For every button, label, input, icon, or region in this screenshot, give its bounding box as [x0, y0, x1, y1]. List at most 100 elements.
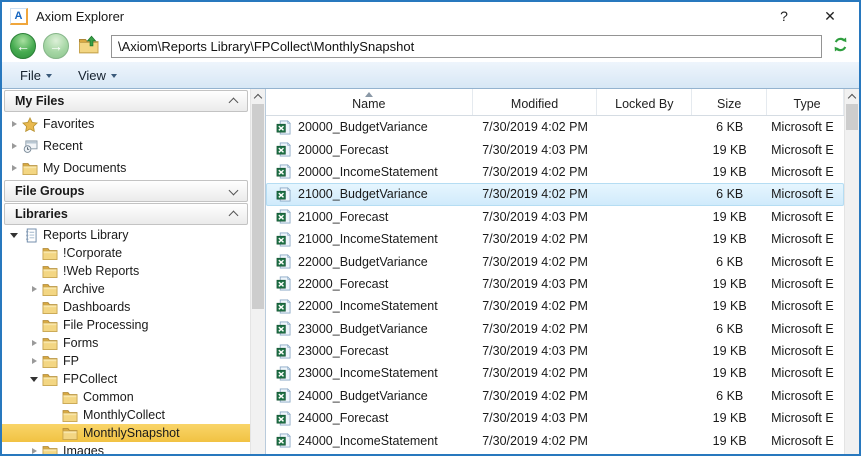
section-header-file-groups[interactable]: File Groups	[4, 180, 248, 202]
file-name: 23000_IncomeStatement	[298, 366, 438, 380]
file-row-23000-forecast[interactable]: 23000_Forecast7/30/2019 4:03 PM19 KBMicr…	[266, 340, 844, 362]
expand-chevron-icon[interactable]	[229, 185, 239, 195]
main-scrollbar[interactable]	[844, 89, 859, 454]
file-modified: 7/30/2019 4:02 PM	[473, 255, 598, 269]
file-type: Microsoft E	[767, 434, 844, 448]
file-type: Microsoft E	[767, 255, 844, 269]
sidebar-item-my-documents[interactable]: My Documents	[2, 157, 250, 179]
file-row-21000-forecast[interactable]: 21000_Forecast7/30/2019 4:03 PM19 KBMicr…	[266, 206, 844, 228]
chevron-expanded-icon[interactable]	[10, 233, 18, 238]
window-title: Axiom Explorer	[36, 9, 124, 24]
column-header-name[interactable]: Name	[266, 89, 473, 115]
file-row-23000-budgetvariance[interactable]: 23000_BudgetVariance7/30/2019 4:02 PM6 K…	[266, 318, 844, 340]
file-row-21000-incomestatement[interactable]: 21000_IncomeStatement7/30/2019 4:02 PM19…	[266, 228, 844, 250]
file-size: 6 KB	[692, 389, 767, 403]
file-row-24000-incomestatement[interactable]: 24000_IncomeStatement7/30/2019 4:02 PM19…	[266, 429, 844, 451]
sidebar-item-favorites[interactable]: Favorites	[2, 113, 250, 135]
sidebar-scrollbar-thumb[interactable]	[252, 104, 264, 309]
file-row-22000-budgetvariance[interactable]: 22000_BudgetVariance7/30/2019 4:02 PM6 K…	[266, 250, 844, 272]
file-modified: 7/30/2019 4:03 PM	[473, 210, 598, 224]
chevron-collapsed-icon[interactable]	[12, 165, 17, 171]
back-button[interactable]: ←	[10, 33, 36, 59]
section-header-my-files[interactable]: My Files	[4, 90, 248, 112]
tree-item-monthlycollect[interactable]: MonthlyCollect	[2, 406, 250, 424]
file-row-22000-forecast[interactable]: 22000_Forecast7/30/2019 4:03 PM19 KBMicr…	[266, 273, 844, 295]
tree-item-corporate[interactable]: !Corporate	[2, 244, 250, 262]
forward-icon: →	[49, 39, 63, 53]
file-row-20000-forecast[interactable]: 20000_Forecast7/30/2019 4:03 PM19 KBMicr…	[266, 138, 844, 160]
file-name: 23000_BudgetVariance	[298, 322, 428, 336]
scroll-up-arrow-icon[interactable]	[845, 89, 859, 104]
back-icon: ←	[16, 39, 30, 53]
file-row-24000-budgetvariance[interactable]: 24000_BudgetVariance7/30/2019 4:02 PM6 K…	[266, 385, 844, 407]
chevron-collapsed-icon[interactable]	[12, 143, 17, 149]
address-bar-input[interactable]	[111, 35, 822, 58]
chevron-expanded-icon[interactable]	[30, 377, 38, 382]
chevron-collapsed-icon[interactable]	[32, 448, 37, 454]
tree-item-images[interactable]: Images	[2, 442, 250, 454]
folder-icon	[41, 443, 59, 454]
refresh-button[interactable]	[829, 36, 851, 56]
file-row-25000-budgetvariance[interactable]: 25000_BudgetVariance7/30/2019 4:02 PM6 K…	[266, 452, 844, 454]
menu-view[interactable]: View	[78, 68, 117, 83]
chevron-collapsed-icon[interactable]	[12, 121, 17, 127]
file-modified: 7/30/2019 4:02 PM	[473, 434, 598, 448]
tree-item-fp[interactable]: FP	[2, 352, 250, 370]
file-name: 24000_BudgetVariance	[298, 389, 428, 403]
file-name: 21000_Forecast	[298, 210, 388, 224]
tree-item-common[interactable]: Common	[2, 388, 250, 406]
sidebar-item-recent[interactable]: Recent	[2, 135, 250, 157]
file-size: 19 KB	[692, 411, 767, 425]
forward-button[interactable]: →	[43, 33, 69, 59]
column-label: Modified	[511, 97, 558, 111]
column-header-type[interactable]: Type	[767, 89, 844, 115]
file-row-21000-budgetvariance[interactable]: 21000_BudgetVariance7/30/2019 4:02 PM6 K…	[266, 183, 844, 205]
tree-item-monthlysnapshot[interactable]: MonthlySnapshot	[2, 424, 250, 442]
file-type: Microsoft E	[767, 232, 844, 246]
file-row-23000-incomestatement[interactable]: 23000_IncomeStatement7/30/2019 4:02 PM19…	[266, 362, 844, 384]
item-label: Common	[83, 390, 134, 404]
section-header-libraries[interactable]: Libraries	[4, 203, 248, 225]
axiom-explorer-window: A Axiom Explorer ? ✕ ← → File View My Fi…	[0, 0, 861, 456]
tree-item-reports-library[interactable]: Reports Library	[2, 226, 250, 244]
column-header-locked-by[interactable]: Locked By	[597, 89, 692, 115]
tree-item-web-reports[interactable]: !Web Reports	[2, 262, 250, 280]
file-type: Microsoft E	[767, 187, 844, 201]
tree-item-dashboards[interactable]: Dashboards	[2, 298, 250, 316]
file-name: 22000_Forecast	[298, 277, 388, 291]
excel-file-icon	[274, 343, 292, 359]
scroll-up-arrow-icon[interactable]	[251, 89, 265, 104]
dropdown-caret-icon	[46, 74, 52, 78]
chevron-collapsed-icon[interactable]	[32, 286, 37, 292]
collapse-chevron-icon[interactable]	[229, 98, 239, 108]
file-row-20000-budgetvariance[interactable]: 20000_BudgetVariance7/30/2019 4:02 PM6 K…	[266, 116, 844, 138]
tree-item-fpcollect[interactable]: FPCollect	[2, 370, 250, 388]
column-header-size[interactable]: Size	[692, 89, 767, 115]
item-label: Images	[63, 444, 104, 454]
help-button[interactable]: ?	[769, 8, 799, 24]
folder-icon	[61, 407, 79, 423]
file-name: 22000_IncomeStatement	[298, 299, 438, 313]
file-type: Microsoft E	[767, 322, 844, 336]
file-size: 6 KB	[692, 120, 767, 134]
close-button[interactable]: ✕	[815, 8, 845, 25]
file-row-24000-forecast[interactable]: 24000_Forecast7/30/2019 4:03 PM19 KBMicr…	[266, 407, 844, 429]
content-area: My Files Favorites Recent My Documents Fil…	[2, 89, 859, 454]
tree-item-file-processing[interactable]: File Processing	[2, 316, 250, 334]
sidebar-scrollbar[interactable]	[250, 89, 265, 454]
item-label: File Processing	[63, 318, 148, 332]
file-row-20000-incomestatement[interactable]: 20000_IncomeStatement7/30/2019 4:02 PM19…	[266, 161, 844, 183]
column-header-modified[interactable]: Modified	[473, 89, 598, 115]
up-folder-button[interactable]	[76, 34, 102, 58]
collapse-chevron-icon[interactable]	[229, 211, 239, 221]
chevron-collapsed-icon[interactable]	[32, 340, 37, 346]
file-type: Microsoft E	[767, 366, 844, 380]
item-label: Recent	[43, 139, 83, 153]
main-scrollbar-thumb[interactable]	[846, 104, 858, 130]
file-row-22000-incomestatement[interactable]: 22000_IncomeStatement7/30/2019 4:02 PM19…	[266, 295, 844, 317]
chevron-collapsed-icon[interactable]	[32, 358, 37, 364]
tree-item-forms[interactable]: Forms	[2, 334, 250, 352]
menu-file[interactable]: File	[20, 68, 52, 83]
file-modified: 7/30/2019 4:02 PM	[473, 299, 598, 313]
tree-item-archive[interactable]: Archive	[2, 280, 250, 298]
